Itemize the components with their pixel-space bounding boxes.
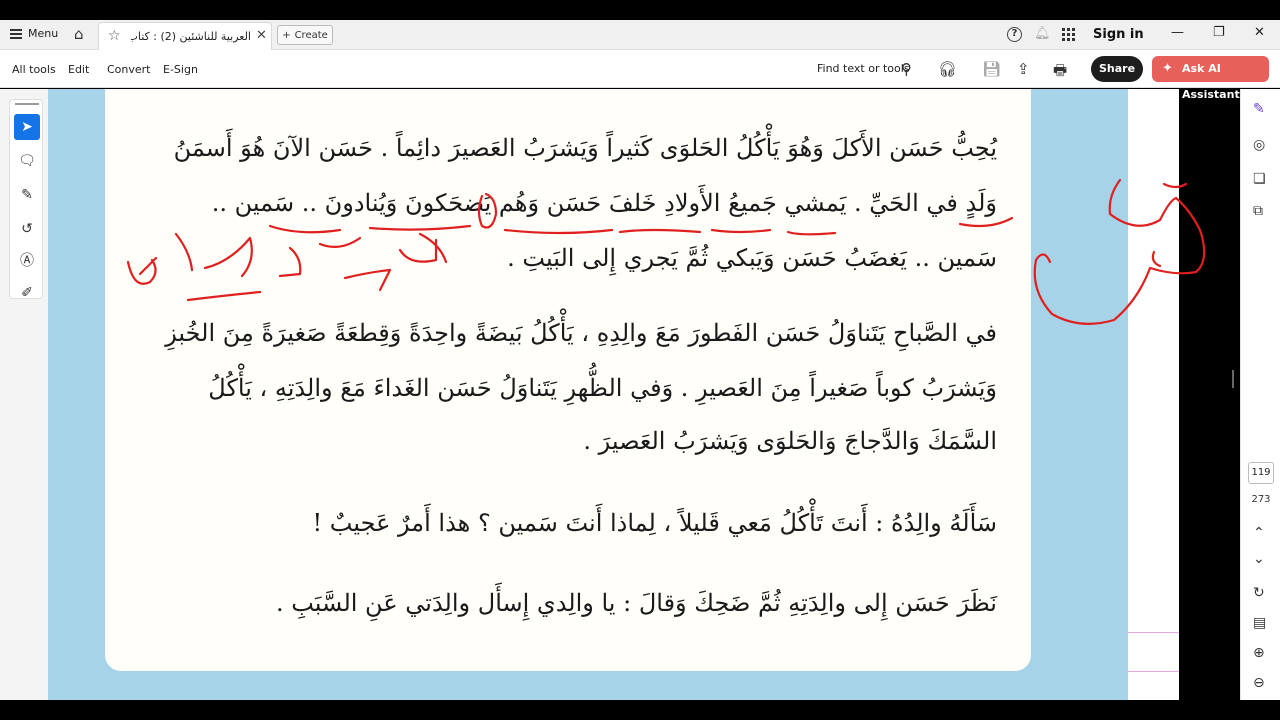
paragraph-2-line-2: وَيَشرَبُ كوباً صَغيراً مِنَ العَصيرِ . …: [208, 374, 997, 402]
apps-grid-icon[interactable]: [1062, 28, 1075, 41]
next-page-edge: [1128, 89, 1179, 700]
page-fit-icon[interactable]: ▤: [1253, 615, 1266, 631]
star-icon[interactable]: ☆: [108, 28, 121, 44]
menu-button[interactable]: Menu: [10, 27, 58, 40]
edit-menu[interactable]: Edit: [68, 63, 89, 76]
paragraph-1-line-1: يُحِبُّ حَسَن الأَكلَ وَهُوَ يَأْكُلُ ال…: [173, 134, 997, 162]
find-tools-label[interactable]: Find text or tools: [817, 62, 910, 75]
create-label: Create: [294, 29, 328, 41]
document-viewport[interactable]: يُحِبُّ حَسَن الأَكلَ وَهُوَ يَأْكُلُ ال…: [48, 89, 1179, 700]
bell-icon[interactable]: 🔔︎: [1034, 26, 1051, 41]
zoom-in-icon[interactable]: ⊕: [1253, 645, 1265, 661]
convert-menu[interactable]: Convert: [107, 63, 151, 76]
right-tool-panel: ✎ ◎ ❏ ⧉ 119 273 ⌃ ⌄ ↻ ▤ ⊕ ⊖: [1240, 89, 1280, 700]
save-icon[interactable]: 💾︎: [982, 60, 1001, 78]
close-icon[interactable]: ✕: [256, 28, 267, 43]
print-icon[interactable]: 🖶︎: [1053, 60, 1067, 85]
panel-grip: [15, 103, 39, 105]
headphones-icon[interactable]: 🎧︎: [938, 60, 957, 78]
create-button[interactable]: + Create: [277, 25, 333, 45]
edit-pdf-icon[interactable]: ✎: [1253, 101, 1265, 117]
bottom-frame: [0, 700, 1280, 720]
document-tab[interactable]: ☆ العربية للناشئين (2) : كتاب ا... ✕: [98, 22, 272, 50]
top-frame: [0, 0, 1280, 20]
menu-label: Menu: [28, 27, 59, 40]
pages-icon[interactable]: ⧉: [1253, 203, 1263, 219]
menu-icon: [10, 28, 22, 39]
help-icon[interactable]: ?: [1007, 27, 1022, 42]
comments-icon[interactable]: ◎: [1253, 137, 1265, 153]
main-toolbar: All tools Edit Convert E-Sign Find text …: [0, 50, 1280, 101]
zoom-out-icon[interactable]: ⊖: [1253, 675, 1265, 691]
chevron-up-icon[interactable]: ⌃: [1253, 525, 1265, 541]
ai-sparkle-icon: ✦: [1162, 61, 1173, 76]
ask-ai-label: Ask AI Assistant: [1182, 62, 1240, 101]
quick-tools: ➤ 🗨︎ ✎ ↺ Ⓐ ✐: [9, 99, 43, 301]
stamp-icon[interactable]: ✐: [14, 280, 40, 306]
current-page-input[interactable]: 119: [1248, 462, 1274, 484]
paragraph-2-line-3: السَّمَكَ وَالدَّجاجَ وَالحَلوَى وَيَشرَ…: [583, 427, 997, 455]
paragraph-1-line-3: سَمين .. يَغضَبُ حَسَن وَيَبكي ثُمَّ يَج…: [507, 244, 997, 272]
minimize-icon[interactable]: —: [1171, 25, 1184, 40]
pen-icon[interactable]: ✎: [14, 182, 40, 208]
paragraph-1-line-2: وَلَدٍ في الحَيِّ . يَمشي جَميعُ الأَولا…: [211, 189, 997, 217]
tab-title: العربية للناشئين (2) : كتاب ا...: [131, 30, 251, 43]
left-tool-panel: ➤ 🗨︎ ✎ ↺ Ⓐ ✐ ‹: [0, 89, 78, 700]
chevron-down-icon[interactable]: ⌄: [1253, 551, 1265, 567]
restore-icon[interactable]: ❐: [1213, 25, 1225, 40]
pdf-page: يُحِبُّ حَسَن الأَكلَ وَهُوَ يَأْكُلُ ال…: [105, 89, 1031, 671]
total-pages: 273: [1251, 494, 1271, 505]
sign-in-button[interactable]: Sign in: [1093, 27, 1144, 42]
search-icon[interactable]: ⚲: [901, 60, 912, 78]
paragraph-4: نَظَرَ حَسَن إِلى والِدَتِهِ ثُمَّ ضَحِك…: [275, 589, 997, 617]
text-box-icon[interactable]: Ⓐ: [14, 248, 40, 274]
comment-icon[interactable]: 🗨︎: [14, 148, 40, 174]
ask-ai-assistant-button[interactable]: ✦ Ask AI Assistant: [1152, 56, 1269, 101]
all-tools-menu[interactable]: All tools: [12, 63, 56, 76]
share-button[interactable]: Share: [1091, 56, 1143, 82]
plus-icon: +: [282, 29, 291, 41]
cursor-icon[interactable]: ➤: [14, 114, 40, 140]
home-icon[interactable]: ⌂: [74, 25, 84, 43]
lasso-icon[interactable]: ↺: [14, 216, 40, 242]
vertical-scrollbar[interactable]: [1232, 370, 1234, 388]
paragraph-3: سَأَلَهُ والِدُهُ : أَنتَ تَأْكُلُ مَعي …: [312, 509, 998, 537]
esign-menu[interactable]: E-Sign: [163, 63, 198, 76]
upload-icon[interactable]: ⇪: [1017, 60, 1030, 78]
paragraph-2-line-1: في الصَّباحِ يَتَناوَلُ حَسَن الفَطورَ م…: [165, 319, 997, 347]
bookmark-icon[interactable]: ❏: [1253, 171, 1266, 187]
tab-bar: Menu ⌂ ☆ العربية للناشئين (2) : كتاب ا..…: [0, 20, 1280, 50]
refresh-icon[interactable]: ↻: [1253, 585, 1265, 601]
window-close-icon[interactable]: ✕: [1254, 25, 1265, 40]
